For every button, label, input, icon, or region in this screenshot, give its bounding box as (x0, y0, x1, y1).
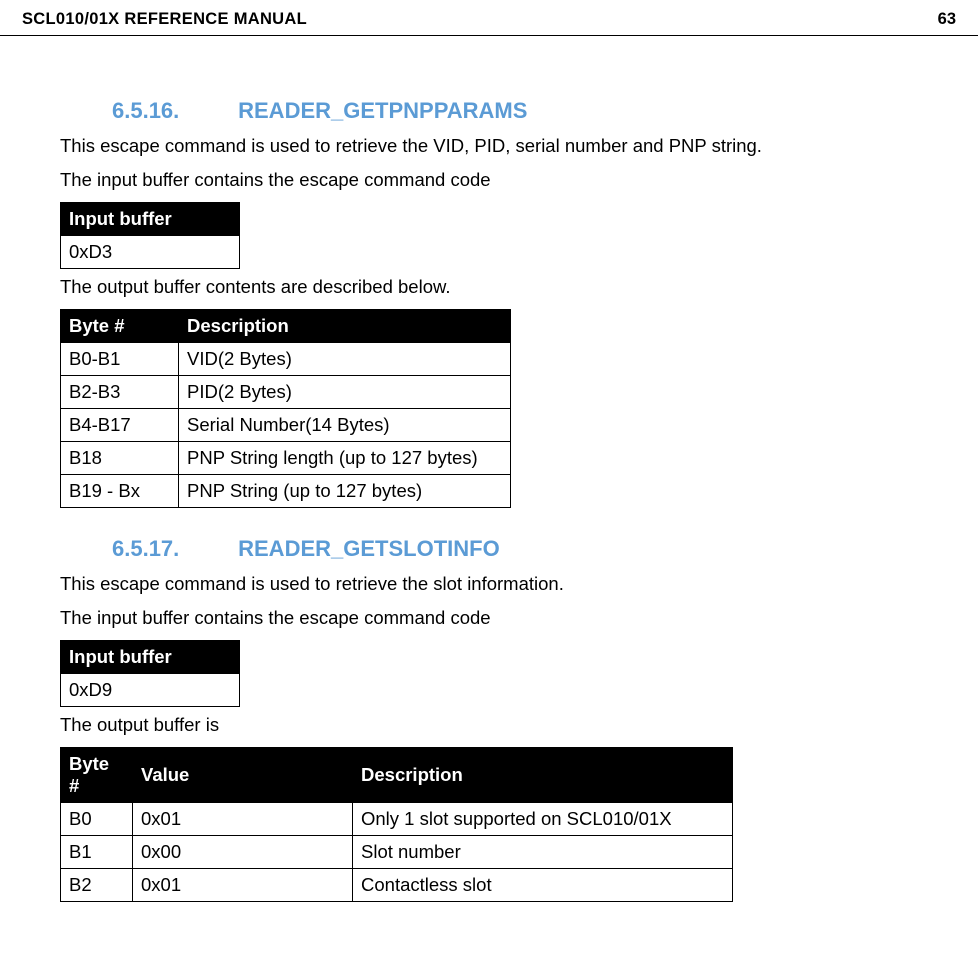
table-cell: 0x00 (133, 836, 353, 869)
page-content: 6.5.16. READER_GETPNPPARAMS This escape … (0, 98, 978, 902)
table-header-cell: Description (353, 748, 733, 803)
output-buffer-table-1: Byte # Description B0-B1 VID(2 Bytes) B2… (60, 309, 511, 508)
table-cell: B2-B3 (61, 376, 179, 409)
table-cell: B0 (61, 803, 133, 836)
section-title: READER_GETPNPPARAMS (238, 98, 527, 123)
table-row: B2 0x01 Contactless slot (61, 869, 733, 902)
table-cell: B2 (61, 869, 133, 902)
table-header-cell: Input buffer (61, 203, 240, 236)
body-paragraph: The output buffer is (60, 713, 956, 737)
body-paragraph: This escape command is used to retrieve … (60, 572, 956, 596)
table-cell: 0xD3 (61, 236, 240, 269)
section-number: 6.5.17. (112, 536, 232, 562)
table-row: B0 0x01 Only 1 slot supported on SCL010/… (61, 803, 733, 836)
table-row: B2-B3 PID(2 Bytes) (61, 376, 511, 409)
table-cell: PNP String (up to 127 bytes) (179, 475, 511, 508)
table-cell: B18 (61, 442, 179, 475)
table-header-cell: Value (133, 748, 353, 803)
table-cell: B19 - Bx (61, 475, 179, 508)
body-paragraph: The input buffer contains the escape com… (60, 168, 956, 192)
body-paragraph: This escape command is used to retrieve … (60, 134, 956, 158)
section-heading-2: 6.5.17. READER_GETSLOTINFO (112, 536, 956, 562)
table-header-cell: Description (179, 310, 511, 343)
table-row: B4-B17 Serial Number(14 Bytes) (61, 409, 511, 442)
header-title: SCL010/01X REFERENCE MANUAL (22, 10, 307, 29)
page-header: SCL010/01X REFERENCE MANUAL 63 (0, 0, 978, 36)
table-row: B0-B1 VID(2 Bytes) (61, 343, 511, 376)
body-paragraph: The output buffer contents are described… (60, 275, 956, 299)
header-page-number: 63 (938, 10, 956, 29)
input-buffer-table-2: Input buffer 0xD9 (60, 640, 240, 707)
table-cell: B4-B17 (61, 409, 179, 442)
table-header-cell: Byte # (61, 748, 133, 803)
input-buffer-table-1: Input buffer 0xD3 (60, 202, 240, 269)
table-cell: 0x01 (133, 869, 353, 902)
table-cell: Slot number (353, 836, 733, 869)
table-cell: PNP String length (up to 127 bytes) (179, 442, 511, 475)
table-cell: Serial Number(14 Bytes) (179, 409, 511, 442)
table-header-cell: Byte # (61, 310, 179, 343)
body-paragraph: The input buffer contains the escape com… (60, 606, 956, 630)
table-row: B19 - Bx PNP String (up to 127 bytes) (61, 475, 511, 508)
output-buffer-table-2: Byte # Value Description B0 0x01 Only 1 … (60, 747, 733, 902)
section-number: 6.5.16. (112, 98, 232, 124)
table-cell: B1 (61, 836, 133, 869)
table-cell: PID(2 Bytes) (179, 376, 511, 409)
table-cell: VID(2 Bytes) (179, 343, 511, 376)
section-heading-1: 6.5.16. READER_GETPNPPARAMS (112, 98, 956, 124)
table-header-cell: Input buffer (61, 641, 240, 674)
table-cell: 0x01 (133, 803, 353, 836)
table-row: B1 0x00 Slot number (61, 836, 733, 869)
table-row: B18 PNP String length (up to 127 bytes) (61, 442, 511, 475)
table-cell: Contactless slot (353, 869, 733, 902)
table-cell: 0xD9 (61, 674, 240, 707)
table-cell: B0-B1 (61, 343, 179, 376)
section-title: READER_GETSLOTINFO (238, 536, 500, 561)
table-cell: Only 1 slot supported on SCL010/01X (353, 803, 733, 836)
